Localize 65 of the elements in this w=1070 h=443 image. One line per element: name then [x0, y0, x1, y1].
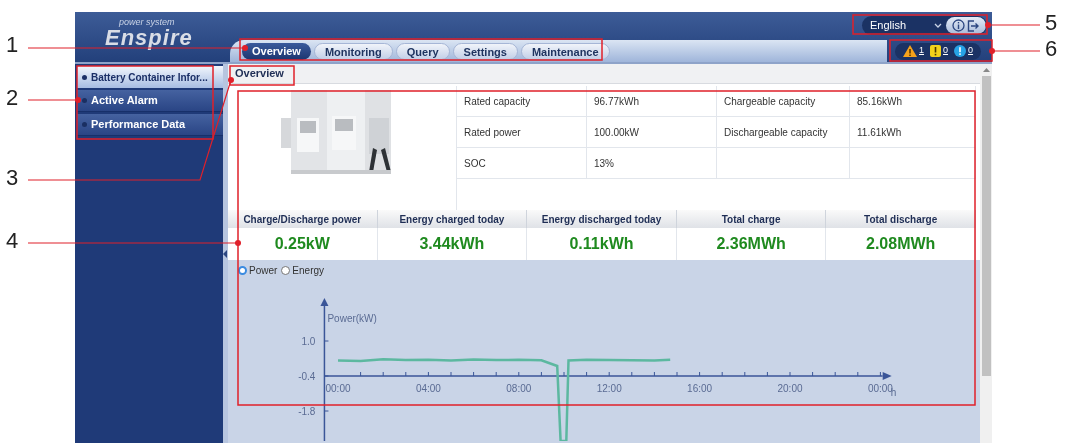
metric-value: 3.44kWh	[419, 234, 485, 254]
highlight-frame	[229, 65, 295, 86]
info-label: Rated power	[464, 125, 521, 140]
chart-mode-radio[interactable]: Power	[238, 263, 278, 278]
x-tick-label: 08:00	[506, 383, 532, 394]
info-button[interactable]	[952, 19, 965, 32]
y-tick-label: -0.4	[298, 371, 316, 382]
sidebar-item[interactable]: Performance Data	[77, 114, 223, 136]
info-value: 96.77kWh	[594, 94, 640, 109]
nav-tab[interactable]: Monitoring	[313, 42, 393, 60]
info-value: 11.61kWh	[857, 125, 902, 140]
nav-tab[interactable]: Overview	[242, 42, 311, 60]
scrollbar[interactable]	[980, 64, 992, 443]
x-axis-unit: h	[890, 387, 897, 398]
callout-number: 3	[6, 167, 19, 189]
breadcrumb: Overview	[235, 68, 284, 79]
metric-header: Charge/Discharge power	[228, 210, 378, 228]
logo: Enspire	[105, 27, 194, 49]
y-tick-label: -1.8	[298, 406, 316, 417]
leader-line	[985, 22, 1041, 28]
info-value: 100.00kW	[594, 125, 640, 140]
info-label: Dischargeable capacity	[724, 125, 828, 140]
x-tick-label: 04:00	[415, 383, 441, 394]
x-tick-label: 12:00	[596, 383, 622, 394]
info-label: Chargeable capacity	[724, 94, 816, 109]
info-value: 85.16kWh	[857, 94, 903, 109]
info-label: SOC	[464, 156, 486, 171]
metric-value: 2.08MWh	[866, 234, 936, 254]
x-tick-label: 16:00	[687, 383, 713, 394]
info-label: Rated capacity	[464, 94, 531, 109]
metric-header: Energy charged today	[377, 210, 528, 228]
nav-tab[interactable]: Maintenance	[520, 42, 610, 60]
logout-button[interactable]	[967, 19, 980, 32]
scroll-up-arrow-icon[interactable]	[982, 68, 990, 72]
metric-value: 0.11kWh	[569, 234, 634, 254]
metric-header: Energy discharged today	[527, 210, 677, 228]
alarm-count-link[interactable]: 0	[943, 44, 949, 58]
callout-number: 6	[1045, 38, 1058, 60]
y-axis-title: Power(kW)	[327, 313, 377, 324]
x-tick-label: 00:00	[325, 383, 351, 394]
nav-tab[interactable]: Settings	[452, 42, 518, 60]
metric-header: Total discharge	[826, 210, 976, 228]
callout-number: 1	[6, 34, 19, 56]
alarm-count-link[interactable]: 0	[968, 44, 974, 58]
chart-mode-radio[interactable]: Energy	[281, 263, 325, 278]
callout-number: 4	[6, 230, 19, 252]
callout-number: 2	[6, 87, 19, 109]
metric-value: 2.36MWh	[716, 234, 786, 254]
x-tick-label: 00:00	[867, 383, 893, 394]
collapse-arrow-icon[interactable]	[223, 249, 228, 258]
leader-line	[989, 48, 1041, 54]
sidebar-item[interactable]: Active Alarm	[77, 90, 223, 112]
x-tick-label: 20:00	[777, 383, 803, 394]
info-value: 13%	[594, 156, 614, 171]
alarm-count-link[interactable]: 1	[919, 44, 924, 58]
callout-number: 5	[1045, 12, 1058, 34]
logo-tagline: power system	[118, 18, 176, 27]
exclamation-square-icon	[930, 45, 941, 57]
warning-triangle-icon	[903, 45, 917, 57]
nav-tab[interactable]: Query	[395, 42, 450, 60]
exclamation-circle-icon	[954, 45, 967, 57]
chevron-down-icon	[934, 23, 942, 28]
metric-header: Total charge	[676, 210, 827, 228]
y-tick-label: 1.0	[301, 336, 316, 347]
metric-value: 0.25kW	[274, 234, 330, 254]
